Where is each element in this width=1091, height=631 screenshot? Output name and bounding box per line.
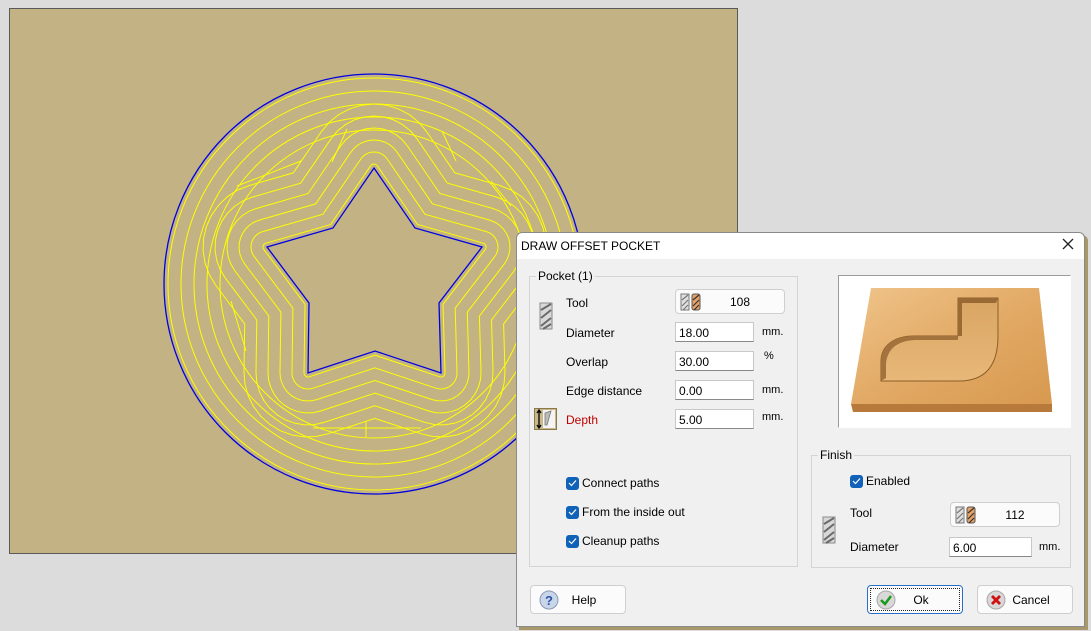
wood-pocket-illustration: [851, 288, 1052, 412]
edge-distance-label: Edge distance: [566, 384, 643, 398]
connect-paths-checkbox[interactable]: Connect paths: [566, 476, 659, 490]
checkbox-checked-icon: [566, 476, 579, 490]
diameter-label: Diameter: [566, 326, 615, 340]
checkbox-checked-icon: [566, 505, 579, 519]
depth-unit: mm.: [762, 411, 784, 423]
pocket-group-legend: Pocket (1): [538, 269, 593, 283]
tool-label: Tool: [566, 296, 589, 310]
diameter-input[interactable]: 18.00: [675, 322, 754, 342]
checkbox-checked-icon: [850, 474, 863, 488]
ok-button-label: Ok: [913, 593, 929, 607]
cancel-button[interactable]: Cancel: [977, 585, 1073, 614]
finish-diameter-label: Diameter: [850, 540, 899, 554]
overlap-unit: %: [764, 350, 774, 362]
depth-input[interactable]: 5.00: [675, 409, 754, 429]
close-icon: [1062, 238, 1074, 250]
draw-offset-pocket-dialog: DRAW OFFSET POCKET Pocket (1) Tool 108 D…: [516, 232, 1085, 627]
help-button-label: Help: [571, 593, 597, 607]
finish-diameter-unit: mm.: [1039, 541, 1061, 553]
finish-enabled-label: Enabled: [866, 474, 911, 488]
dialog-title: DRAW OFFSET POCKET: [521, 239, 661, 253]
star-offset-path: [262, 163, 487, 378]
ok-button[interactable]: Ok: [867, 585, 963, 614]
cleanup-paths-checkbox[interactable]: Cleanup paths: [566, 534, 659, 548]
close-button[interactable]: [1058, 236, 1078, 256]
depth-icon: [534, 408, 557, 430]
inside-out-checkbox[interactable]: From the inside out: [566, 505, 685, 519]
finish-group-legend: Finish: [820, 448, 853, 462]
finish-tool-number: 112: [1005, 508, 1025, 522]
finish-enabled-checkbox[interactable]: Enabled: [850, 474, 910, 488]
overlap-input[interactable]: 30.00: [675, 351, 754, 371]
edge-distance-unit: mm.: [762, 384, 784, 396]
outer-offset-path: [193, 103, 555, 465]
checkbox-checked-icon: [566, 534, 579, 548]
connect-paths-label: Connect paths: [582, 476, 660, 490]
diameter-unit: mm.: [762, 326, 784, 338]
pocket-preview-image: [838, 275, 1071, 428]
link-marker: [230, 300, 247, 352]
dialog-titlebar[interactable]: DRAW OFFSET POCKET: [517, 233, 1084, 259]
star-boundary[interactable]: [265, 166, 484, 374]
overlap-label: Overlap: [566, 355, 609, 369]
edge-distance-input[interactable]: 0.00: [675, 380, 754, 400]
end-mill-icon: [539, 302, 553, 330]
cancel-button-label: Cancel: [1012, 593, 1050, 607]
pocket-tool-number: 108: [729, 295, 751, 309]
help-button[interactable]: ? Help: [530, 585, 626, 614]
depth-label: Depth: [566, 413, 599, 427]
star-offset-path: [250, 151, 499, 390]
toolpath-link-markers: [230, 128, 512, 437]
finish-diameter-input[interactable]: 6.00: [949, 537, 1032, 557]
inside-out-label: From the inside out: [582, 505, 685, 519]
pocket-tool-button[interactable]: 108: [675, 289, 785, 314]
finish-tool-button[interactable]: 112: [950, 502, 1060, 527]
end-mill-icon: [822, 516, 836, 544]
checkmark-icon: [876, 590, 896, 610]
star-offset-path: [214, 115, 535, 426]
cleanup-paths-label: Cleanup paths: [582, 534, 660, 548]
finish-tool-label: Tool: [850, 506, 873, 520]
star-offset-path: [202, 103, 547, 438]
outer-offset-path: [219, 129, 529, 439]
